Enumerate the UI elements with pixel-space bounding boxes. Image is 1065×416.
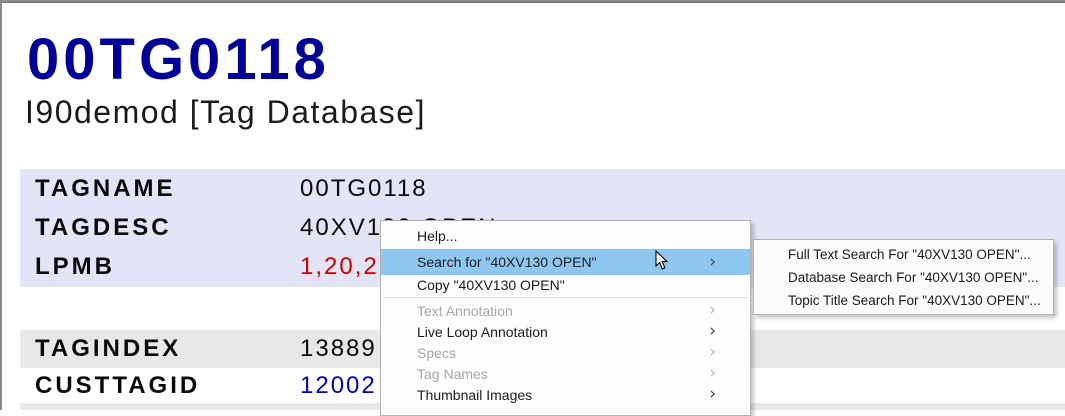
field-label: TAGINDEX bbox=[35, 335, 182, 362]
mouse-cursor-icon bbox=[655, 249, 669, 276]
field-value[interactable]: 13889 bbox=[300, 335, 377, 363]
menu-item-thumbnail-images[interactable]: Thumbnail Images › bbox=[381, 384, 750, 405]
submenu-item-topic-title-search[interactable]: Topic Title Search For "40XV130 OPEN"... bbox=[754, 289, 1053, 312]
submenu-arrow-icon: › bbox=[709, 300, 716, 320]
field-value[interactable]: 00TG0118 bbox=[300, 175, 428, 203]
submenu-arrow-icon: › bbox=[709, 251, 716, 272]
menu-item-label: Topic Title Search For "40XV130 OPEN"... bbox=[788, 293, 1041, 308]
submenu-item-database-search[interactable]: Database Search For "40XV130 OPEN"... bbox=[754, 266, 1053, 289]
page-title: 00TG0118 bbox=[27, 27, 330, 92]
submenu-item-full-text-search[interactable]: Full Text Search For "40XV130 OPEN"... bbox=[754, 243, 1053, 266]
field-label: TAGNAME bbox=[35, 174, 176, 202]
menu-item-live-loop-annotation[interactable]: Live Loop Annotation › bbox=[381, 321, 750, 342]
page-subtitle: I90demod [Tag Database] bbox=[25, 94, 426, 130]
menu-item-text-annotation[interactable]: Text Annotation › bbox=[381, 300, 750, 321]
submenu-arrow-icon: › bbox=[709, 384, 716, 404]
window-frame-left bbox=[0, 0, 2, 410]
submenu-arrow-icon: › bbox=[709, 321, 716, 341]
table-row-tagname: TAGNAME 00TG0118 bbox=[20, 169, 1065, 208]
menu-item-copy[interactable]: Copy "40XV130 OPEN" bbox=[381, 275, 750, 295]
menu-item-tag-names[interactable]: Tag Names › bbox=[381, 363, 750, 384]
menu-item-label: Thumbnail Images bbox=[417, 386, 533, 403]
submenu-arrow-icon: › bbox=[709, 363, 716, 383]
search-submenu: Full Text Search For "40XV130 OPEN"... D… bbox=[753, 239, 1054, 315]
menu-item-label: Help... bbox=[417, 228, 458, 244]
menu-item-label: Search for "40XV130 OPEN" bbox=[417, 254, 597, 270]
submenu-arrow-icon: › bbox=[709, 342, 716, 362]
menu-item-label: Copy "40XV130 OPEN" bbox=[417, 277, 565, 293]
menu-item-label: Specs bbox=[417, 344, 456, 361]
window-frame-top bbox=[0, 0, 1065, 3]
menu-item-label: Tag Names bbox=[417, 365, 488, 382]
menu-item-label: Text Annotation bbox=[417, 302, 513, 319]
context-menu: Help... Search for "40XV130 OPEN" › Copy… bbox=[380, 220, 751, 416]
menu-item-specs[interactable]: Specs › bbox=[381, 342, 750, 363]
menu-item-help[interactable]: Help... bbox=[381, 223, 750, 249]
field-label: LPMB bbox=[35, 253, 115, 281]
field-label: TAGDESC bbox=[35, 213, 172, 241]
menu-item-label: Database Search For "40XV130 OPEN"... bbox=[788, 270, 1039, 285]
menu-item-search-for[interactable]: Search for "40XV130 OPEN" › bbox=[381, 249, 750, 275]
menu-item-label: Live Loop Annotation bbox=[417, 323, 548, 340]
field-label: CUSTTAGID bbox=[35, 371, 201, 399]
menu-item-label: Full Text Search For "40XV130 OPEN"... bbox=[788, 247, 1031, 262]
field-value[interactable]: 12002 bbox=[300, 372, 377, 400]
field-value[interactable]: 1,20,2 bbox=[300, 253, 379, 281]
